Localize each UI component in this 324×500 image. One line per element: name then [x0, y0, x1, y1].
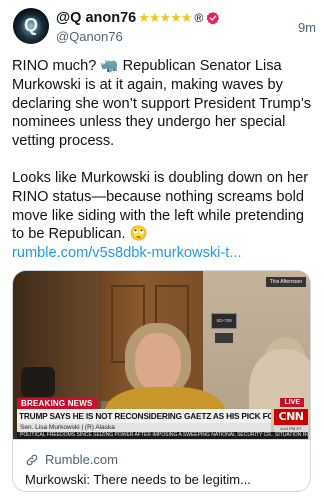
- link-icon: [26, 454, 38, 465]
- post[interactable]: Q @Q anon76 ★★★★★ ® @Qanon76 9m RINO muc…: [0, 0, 324, 500]
- chyron-headline: TRUMP SAYS HE IS NOT RECONSIDERING GAETZ…: [17, 409, 271, 423]
- chyron-ticker: POLITICAL FREEDOMS SINCE SEIZING POWER A…: [17, 432, 308, 439]
- post-paragraph-2: Looks like Murkowski is doubling down on…: [12, 169, 309, 243]
- link-preview-card[interactable]: SD-709 This Afternoon BREAKING NEWS LIVE…: [12, 270, 311, 492]
- post-body: RINO much? 🦏 Republican Senator Lisa Mur…: [12, 57, 314, 263]
- card-footer[interactable]: Rumble.com Murkowski: There needs to be …: [13, 439, 310, 491]
- microphone: [21, 367, 55, 397]
- post-link[interactable]: rumble.com/v5s8dbk-murkowski-t...: [12, 244, 314, 263]
- chyron-subline: Sen. Lisa Murkowski | (R) Alaska: [17, 423, 271, 432]
- author-name[interactable]: @Q anon76: [56, 10, 136, 26]
- stars-emoji: ★★★★★: [138, 10, 192, 25]
- avatar-letter: Q: [23, 15, 38, 35]
- video-thumbnail[interactable]: SD-709 This Afternoon BREAKING NEWS LIVE…: [13, 271, 310, 439]
- author-handle[interactable]: @Qanon76: [56, 29, 123, 44]
- card-domain-row: Rumble.com: [25, 452, 118, 467]
- breaking-news-label: BREAKING NEWS: [17, 398, 97, 409]
- post-paragraph-1: RINO much? 🦏 Republican Senator Lisa Mur…: [12, 58, 312, 150]
- door-plaque: SD-709: [211, 313, 237, 329]
- live-badge: LIVE: [280, 398, 304, 407]
- verified-badge-icon[interactable]: [206, 11, 220, 25]
- post-header: @Q anon76 ★★★★★ ® @Qanon76 9m: [56, 8, 316, 48]
- card-domain: Rumble.com: [45, 452, 118, 467]
- post-timestamp[interactable]: 9m: [298, 20, 316, 35]
- corner-label: This Afternoon: [265, 277, 306, 287]
- network-logo: CNN: [274, 409, 308, 425]
- news-chyron: BREAKING NEWS LIVE TRUMP SAYS HE IS NOT …: [13, 398, 310, 439]
- name-row: @Q anon76 ★★★★★ ®: [56, 9, 220, 27]
- registered-mark: ®: [194, 11, 204, 25]
- card-title[interactable]: Murkowski: There needs to be legitim...: [25, 472, 305, 487]
- avatar[interactable]: Q: [13, 8, 49, 44]
- network-time: 6:10 PM ET: [274, 425, 308, 432]
- senator-face: [135, 333, 181, 391]
- door-sign: [215, 333, 233, 343]
